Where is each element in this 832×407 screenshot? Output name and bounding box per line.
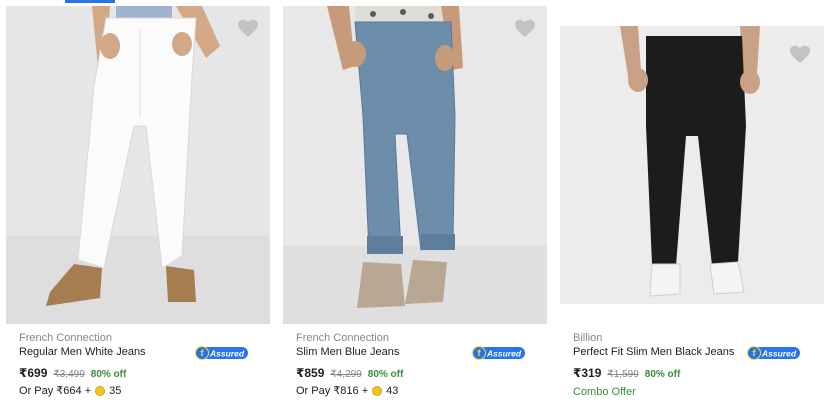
heart-icon[interactable] <box>513 16 537 40</box>
price-row: ₹699 ₹3,499 80% off <box>19 366 126 380</box>
svg-text:Assured: Assured <box>486 349 522 359</box>
svg-text:Assured: Assured <box>761 349 797 359</box>
discount-label: 80% off <box>90 369 127 380</box>
coin-count: 35 <box>109 384 122 397</box>
product-title[interactable]: Perfect Fit Slim Men Black Jeans <box>573 346 734 358</box>
heart-icon[interactable] <box>788 42 812 66</box>
discount-label: 80% off <box>644 369 681 380</box>
product-title[interactable]: Slim Men Blue Jeans <box>296 346 399 358</box>
price-row: ₹319 ₹1,599 80% off <box>573 366 680 380</box>
assured-badge-icon: f Assured <box>747 346 800 360</box>
price: ₹699 <box>19 366 48 380</box>
product-card[interactable]: French Connection Slim Men Blue Jeans f … <box>280 0 552 407</box>
product-brand: French Connection <box>296 332 389 344</box>
discount-label: 80% off <box>367 369 404 380</box>
product-brand: Billion <box>573 332 603 344</box>
product-brand: French Connection <box>19 332 112 344</box>
product-card[interactable]: Billion Perfect Fit Slim Men Black Jeans… <box>557 0 829 407</box>
product-card[interactable]: French Connection Regular Men White Jean… <box>3 0 275 407</box>
price-row: ₹859 ₹4,299 80% off <box>296 366 403 380</box>
original-price: ₹3,499 <box>53 369 85 380</box>
original-price: ₹4,299 <box>330 369 362 380</box>
product-image[interactable] <box>560 26 824 304</box>
coin-count: 43 <box>386 384 399 397</box>
product-image[interactable] <box>283 6 547 324</box>
pay-prefix: Or Pay ₹816 + <box>296 385 369 397</box>
coin-icon <box>95 385 106 396</box>
pay-with-coins: Or Pay ₹816 + 43 <box>296 384 399 398</box>
pay-with-coins: Or Pay ₹664 + 35 <box>19 384 122 398</box>
coin-icon <box>372 385 383 396</box>
product-image[interactable] <box>6 6 270 324</box>
pay-prefix: Or Pay ₹664 + <box>19 385 92 397</box>
price: ₹859 <box>296 366 325 380</box>
product-title[interactable]: Regular Men White Jeans <box>19 346 146 358</box>
assured-badge-icon: f Assured <box>472 346 525 360</box>
combo-offer-label[interactable]: Combo Offer <box>573 386 636 398</box>
price: ₹319 <box>573 366 602 380</box>
heart-icon[interactable] <box>236 16 260 40</box>
original-price: ₹1,599 <box>607 369 639 380</box>
assured-badge-icon: f Assured <box>195 346 248 360</box>
svg-text:Assured: Assured <box>209 349 245 359</box>
